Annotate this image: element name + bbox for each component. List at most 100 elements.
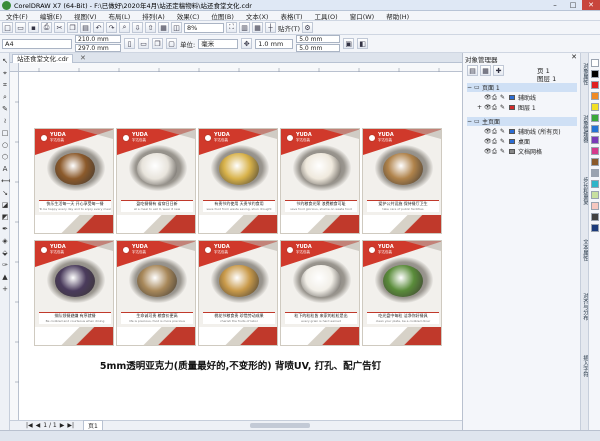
maximize-button[interactable]: □ (564, 0, 582, 10)
print-toggle-icon[interactable]: ⎙ (492, 104, 498, 111)
poster-card[interactable]: YUDA 宇达包装 生命诚可贵 粮食价更高 life is precious, foo… (116, 240, 196, 346)
poster-card[interactable]: YUDA 宇达包装 桃花节粮食贵 珍惜劳动成果 cherish the fruits … (198, 240, 278, 346)
ellipse-tool-icon[interactable]: ○ (1, 141, 9, 149)
poster-card[interactable]: YUDA 宇达包装 节约粮食光荣 浪费粮食可耻 save food glorious,… (280, 128, 360, 234)
close-button[interactable]: ✕ (582, 0, 600, 10)
color-swatch[interactable] (591, 92, 599, 100)
menu-tools[interactable]: 工具(O) (309, 11, 344, 21)
minimize-button[interactable]: – (546, 0, 564, 10)
interactive-fill-icon[interactable]: ◈ (1, 237, 9, 245)
color-swatch[interactable] (591, 224, 599, 232)
print-toggle-icon[interactable]: ⎙ (492, 128, 498, 135)
drop-shadow-icon[interactable]: ◪ (1, 201, 9, 209)
vertical-ruler[interactable] (10, 72, 19, 420)
options-gear-icon[interactable]: ⚙ (302, 22, 314, 33)
color-swatch[interactable] (591, 136, 599, 144)
visibility-eye-icon[interactable]: 👁 (484, 138, 492, 145)
poster-card[interactable]: YUDA 宇达包装 粒下的粒粒皆 来家的粒粒是出 every grain is har… (280, 240, 360, 346)
horizontal-scrollbar-thumb[interactable] (250, 423, 310, 428)
copy-icon[interactable]: ❐ (67, 22, 78, 33)
poster-card[interactable]: YUDA 宇达包装 盈吃餐餐有 省穿日日新 at a meal to eat it, … (116, 128, 196, 234)
connector-tool-icon[interactable]: ↘ (1, 189, 9, 197)
visibility-eye-icon[interactable]: 👁 (484, 148, 492, 155)
transparency-tool-icon[interactable]: ◩ (1, 213, 9, 221)
full-screen-icon[interactable]: ⛶ (226, 22, 237, 33)
artistic-media-icon[interactable]: ≀ (1, 117, 9, 125)
edit-pencil-icon[interactable]: ✎ (500, 138, 506, 145)
color-swatch[interactable] (591, 70, 599, 78)
duplicate-x-field[interactable]: 5.0 mm (296, 35, 341, 43)
poster-card[interactable]: YUDA 宇达包装 爱护公共设施 保持餐厅卫生 take care of public… (362, 128, 442, 234)
eyedropper-icon[interactable]: ✒ (1, 225, 9, 233)
snap-to-dropdown[interactable]: 贴齐(T) (278, 23, 300, 33)
show-properties-icon[interactable]: ▤ (467, 65, 478, 76)
edit-pencil-icon[interactable]: ✎ (500, 104, 506, 111)
save-icon[interactable]: ▪ (28, 22, 39, 33)
layer-row[interactable]: 👁 ⎙ ✎ 文档网格 (467, 147, 577, 156)
shape-tool-icon[interactable]: ⌖ (1, 69, 9, 77)
menu-text[interactable]: 文本(X) (240, 11, 275, 21)
page-layout-icon[interactable]: ▣ (343, 38, 355, 49)
rectangle-tool-icon[interactable]: □ (1, 129, 9, 137)
menu-view[interactable]: 视图(V) (68, 11, 103, 21)
ruler-origin[interactable] (10, 63, 19, 72)
drawing-canvas[interactable]: YUDA 宇达包装 快乐生活每一天 开心享受每一餐 To be happy every… (19, 72, 462, 420)
fill-color-icon[interactable]: ▲ (1, 273, 9, 281)
menu-edit[interactable]: 编辑(E) (34, 11, 68, 21)
portrait-icon[interactable]: ▯ (124, 38, 135, 49)
print-toggle-icon[interactable]: ⎙ (492, 138, 498, 145)
units-select[interactable]: 毫米 (198, 38, 239, 49)
last-page-button[interactable]: ▶| (67, 422, 74, 429)
rulers-icon[interactable]: ▥ (239, 22, 250, 33)
color-swatch[interactable] (591, 158, 599, 166)
next-page-button[interactable]: ▶ (60, 422, 65, 429)
document-tab[interactable]: 站还食堂文化.cdr (12, 54, 74, 63)
expand-toggle-icon[interactable]: − (467, 118, 474, 125)
menu-window[interactable]: 窗口(W) (344, 11, 381, 21)
color-swatch[interactable] (591, 147, 599, 155)
expand-toggle-icon[interactable]: − (467, 84, 474, 91)
menu-layout[interactable]: 布局(L) (103, 11, 137, 21)
visibility-eye-icon[interactable]: 👁 (484, 94, 492, 101)
expand-toggle-icon[interactable]: + (477, 104, 484, 111)
first-page-button[interactable]: |◀ (26, 422, 33, 429)
color-swatch[interactable] (591, 169, 599, 177)
duplicate-y-field[interactable]: 5.0 mm (296, 44, 341, 52)
landscape-icon[interactable]: ▭ (138, 38, 149, 49)
color-swatch[interactable] (591, 180, 599, 188)
current-page-icon[interactable]: ▢ (166, 38, 177, 49)
redo-icon[interactable]: ↷ (106, 22, 117, 33)
prev-page-button[interactable]: ◀ (36, 422, 41, 429)
color-swatch[interactable] (591, 103, 599, 111)
poster-card[interactable]: YUDA 宇达包装 排队领餐避嫌 有序就餐 Be civilized and cour… (34, 240, 114, 346)
welcome-screen-icon[interactable]: ◫ (171, 22, 182, 33)
poster-card[interactable]: YUDA 宇达包装 有贵节约使用 天贵节约食用 save food from wast… (198, 128, 278, 234)
menu-effects[interactable]: 效果(C) (171, 11, 206, 21)
outline-pen-icon[interactable]: ✑ (1, 261, 9, 269)
all-pages-icon[interactable]: ❐ (152, 38, 163, 49)
page-width-field[interactable]: 210.0 mm (75, 35, 121, 43)
horizontal-ruler[interactable] (19, 63, 462, 72)
text-tool-icon[interactable]: A (1, 165, 9, 173)
paper-size-select[interactable]: A4 (2, 38, 72, 49)
new-document-icon[interactable]: □ (2, 22, 13, 33)
page-height-field[interactable]: 297.0 mm (75, 44, 121, 52)
grid-icon[interactable]: ▦ (252, 22, 263, 33)
nudge-distance-field[interactable]: 1.0 mm (255, 38, 294, 49)
color-swatch[interactable] (591, 191, 599, 199)
menu-arrange[interactable]: 排列(A) (136, 11, 171, 21)
guidelines-icon[interactable]: ┼ (265, 22, 276, 33)
paste-icon[interactable]: ▤ (80, 22, 91, 33)
close-tab-icon[interactable]: ✕ (80, 54, 86, 62)
cut-icon[interactable]: ✂ (54, 22, 65, 33)
color-swatch[interactable] (591, 125, 599, 133)
visibility-eye-icon[interactable]: 👁 (484, 128, 492, 135)
search-content-icon[interactable]: ⌕ (119, 22, 130, 33)
menu-table[interactable]: 表格(T) (274, 11, 308, 21)
menu-file[interactable]: 文件(F) (0, 11, 34, 21)
poster-card[interactable]: YUDA 宇达包装 快乐生活每一天 开心享受每一餐 To be happy every… (34, 128, 114, 234)
edit-pencil-icon[interactable]: ✎ (500, 148, 506, 155)
layer-row[interactable]: 👁 ⎙ ✎ 辅助线 (467, 93, 577, 102)
menu-help[interactable]: 帮助(H) (380, 11, 415, 21)
print-icon[interactable]: ⎙ (41, 22, 52, 33)
